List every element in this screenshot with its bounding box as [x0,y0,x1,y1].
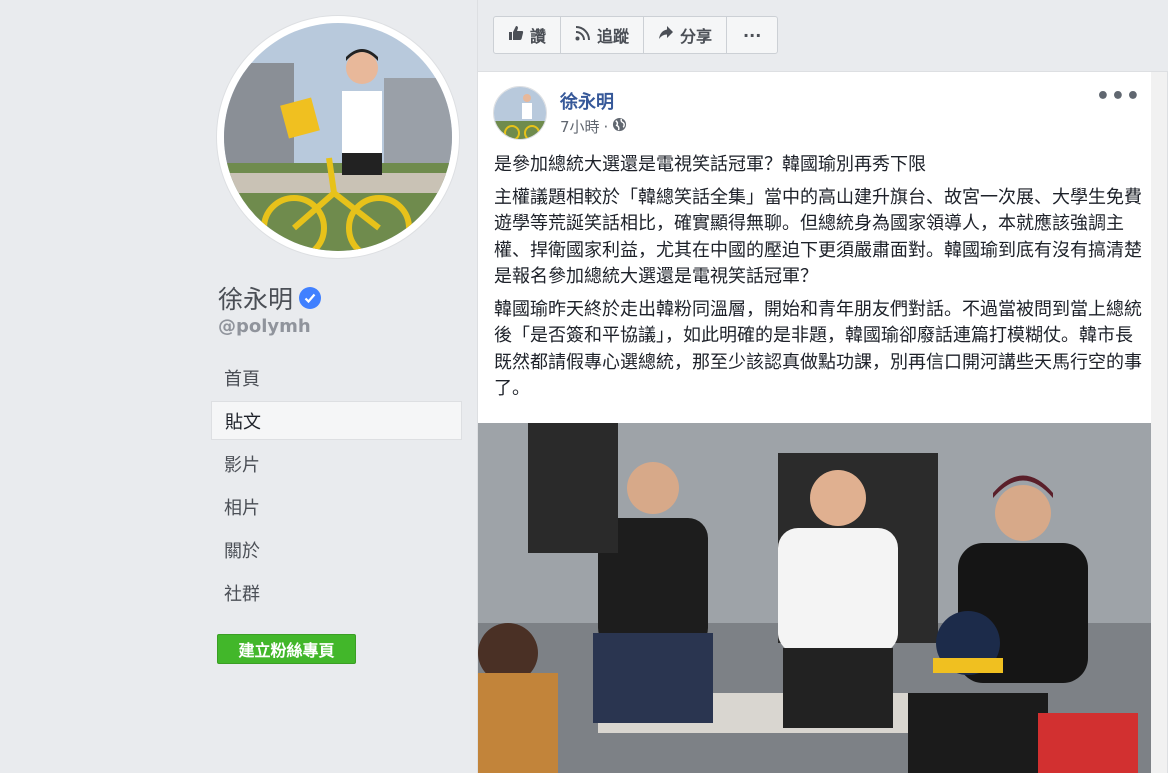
nav-item-label: 相片 [224,497,260,519]
post-author-avatar[interactable] [493,86,547,140]
globe-icon[interactable] [612,117,627,136]
page-handle[interactable]: @polymh [218,316,311,337]
rss-icon [575,25,591,45]
post-paragraph: 韓國瑜昨天終於走出韓粉同溫層，開始和青年朋友們對話。不過當被問到當上總統後「是否… [494,298,1142,400]
post-paragraph: 主權議題相較於「韓總笑話全集」當中的高山建升旗台、故宮一次展、大學生免費遊學等荒… [494,186,1142,288]
page-action-bar: 讚 追蹤 分享 ··· [493,16,779,54]
follow-button[interactable]: 追蹤 [561,17,645,53]
post-body: 是參加總統大選還是電視笑話冠軍？韓國瑜別再秀下限 主權議題相較於「韓總笑話全集」… [494,152,1144,409]
nav-item-about[interactable]: 關於 [211,530,462,569]
more-dots-icon: ··· [743,25,762,45]
post-photo[interactable] [478,423,1152,773]
post-meta: 7小時 · [560,116,627,137]
scrollbar[interactable] [1151,72,1167,773]
nav-item-posts[interactable]: 貼文 [211,401,462,440]
thumbs-up-icon [508,25,524,45]
like-label: 讚 [530,27,547,46]
nav-item-photos[interactable]: 相片 [211,487,462,526]
post-headline: 是參加總統大選還是電視笑話冠軍？韓國瑜別再秀下限 [494,154,926,175]
verified-badge-icon[interactable] [299,287,322,309]
page-name-text: 徐永明 [218,285,294,314]
share-button[interactable]: 分享 [644,17,728,53]
nav-item-label: 關於 [224,540,260,562]
page-nav: 首頁 貼文 影片 相片 關於 社群 [211,358,462,616]
profile-photo [224,23,452,251]
post-timestamp[interactable]: 7小時 [560,116,600,137]
nav-item-home[interactable]: 首頁 [211,358,462,397]
nav-item-community[interactable]: 社群 [211,573,462,612]
follow-label: 追蹤 [597,27,630,46]
nav-item-videos[interactable]: 影片 [211,444,462,483]
create-page-button[interactable]: 建立粉絲專頁 [217,634,356,664]
like-button[interactable]: 讚 [494,17,562,53]
nav-item-label: 首頁 [224,368,260,390]
nav-item-label: 影片 [224,454,260,476]
profile-avatar[interactable] [217,16,459,258]
post-card: 徐永明 7小時 · ••• 是參加總統大選還是電視笑話冠軍？韓國瑜別再秀下限 主… [477,71,1168,773]
more-button[interactable]: ··· [727,17,777,53]
nav-item-label: 社群 [224,583,260,605]
share-label: 分享 [680,27,713,46]
page-title: 徐永明 [218,280,322,316]
post-options-icon[interactable]: ••• [1096,84,1141,109]
meta-separator: · [603,117,609,136]
share-arrow-icon [658,25,674,45]
post-author-name[interactable]: 徐永明 [560,88,614,114]
nav-item-label: 貼文 [225,411,261,433]
